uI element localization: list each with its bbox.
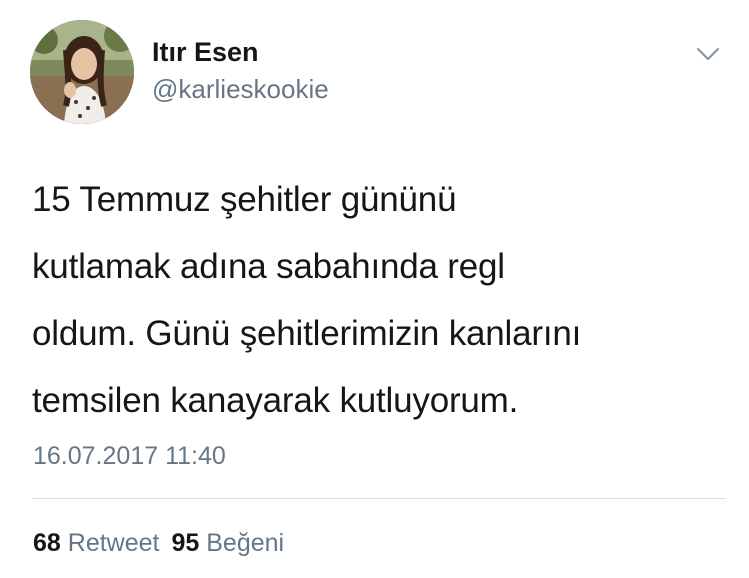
like-stat[interactable]: 95 Beğeni: [171, 529, 284, 557]
tweet-menu-button[interactable]: [694, 44, 722, 64]
retweet-label: Retweet: [67, 529, 160, 557]
retweet-stat[interactable]: 68 Retweet: [33, 529, 159, 557]
profile-photo: [30, 20, 134, 124]
display-name[interactable]: Itır Esen: [152, 36, 259, 68]
tweet-stats: 68 Retweet 95 Beğeni: [33, 527, 284, 559]
avatar[interactable]: [30, 20, 134, 124]
chevron-down-icon: [696, 47, 720, 61]
tweet-text: 15 Temmuz şehitler gününü kutlamak adına…: [32, 180, 582, 420]
divider: [32, 498, 726, 499]
retweet-count: 68: [33, 529, 61, 557]
like-label: Beğeni: [206, 529, 285, 557]
tweet-timestamp[interactable]: 16.07.2017 11:40: [33, 440, 226, 472]
tweet-card: Itır Esen @karlieskookie 15 Temmuz şehit…: [0, 0, 749, 578]
user-handle[interactable]: @karlieskookie: [152, 73, 329, 105]
like-count: 95: [171, 529, 200, 557]
